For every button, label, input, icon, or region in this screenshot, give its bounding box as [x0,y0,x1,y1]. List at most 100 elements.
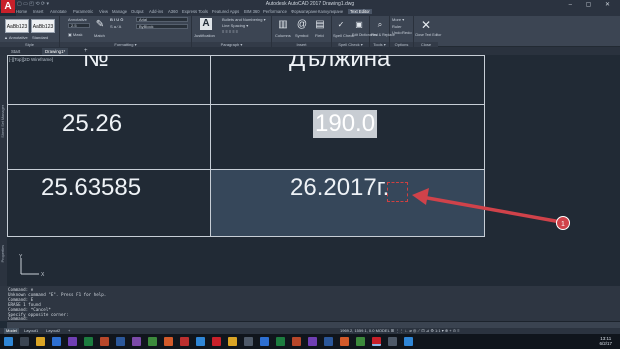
tab-manage[interactable]: Manage [112,9,127,14]
spell-check-icon[interactable]: ✓ [335,19,347,31]
tab-parametric[interactable]: Parametric [73,9,93,14]
symbol-icon[interactable]: @ [296,19,308,31]
app-icon[interactable] [212,337,221,346]
window-controls[interactable]: – ▢ ✕ [569,1,616,8]
match-label: Match [94,33,105,38]
tab-a360[interactable]: A360 [168,9,178,14]
tab-annotate[interactable]: Annotate [50,9,67,14]
side-palette: Sheet Set Manager Properties [0,55,7,286]
field-icon[interactable]: ▤ [314,19,326,31]
tab-add-ins[interactable]: Add-ins [149,9,163,14]
search-icon[interactable] [20,337,29,346]
justification-icon[interactable]: A [200,18,212,30]
style-panel: AaBb123 AaBb123 ▲ Annotative Standard St… [0,16,60,47]
color-dropdown[interactable]: ByBlock [136,24,188,29]
start-icon[interactable] [4,337,13,346]
paragraph-panel: A Justification Bullets and Numbering ▾ … [192,16,272,47]
style-standard-label: Standard [32,35,49,40]
tools-panel: ⌕ Find & Replace Tools ▾ [370,16,395,47]
app-icon[interactable] [308,337,317,346]
tab-insert[interactable]: Insert [33,9,43,14]
sheet-set-label[interactable]: Sheet Set Manager [1,105,5,138]
autocad-window: A ▢ ▭ ◰ ⟲ ⟳ ▾ Autodesk AutoCAD 2017 Draw… [0,0,620,349]
app-icon[interactable] [356,337,365,346]
excel-icon[interactable] [84,337,93,346]
powerpoint-icon[interactable] [100,337,109,346]
more-button[interactable]: More ▾ [392,17,404,22]
undo-button[interactable]: Undo [392,30,402,35]
ucs-icon: X Y [19,254,45,278]
app-icon[interactable] [324,337,333,346]
properties-label[interactable]: Properties [1,245,5,262]
match-properties-icon[interactable]: ✎ [94,19,106,31]
tab-start[interactable]: Start [8,48,23,55]
bold-italic-underline-buttons[interactable]: B I U Ō [110,17,123,22]
command-history: Command: e Unknown command "E". Press F1… [0,286,620,321]
tab-formatting-custom[interactable]: Форматиране [291,9,318,14]
tab-output[interactable]: Output [131,9,144,14]
app-icon[interactable] [164,337,173,346]
tab-view[interactable]: View [99,9,108,14]
app-icon[interactable] [180,337,189,346]
folder-icon[interactable] [36,337,45,346]
bullets-numbering-button[interactable]: Bullets and Numbering ▾ [222,17,266,22]
tab-bim-360[interactable]: BIM 360 [244,9,260,14]
alignment-buttons[interactable]: ≡ ≡ ≡ ≡ ≡ [222,29,238,34]
tab-express-tools[interactable]: Express Tools [182,9,208,14]
ucs-x-label: X [41,272,45,278]
app-icon[interactable] [260,337,269,346]
app-icon[interactable] [244,337,253,346]
new-tab-button[interactable]: + [84,48,88,54]
redo-button[interactable]: Redo [402,30,412,35]
app-icon[interactable] [196,337,205,346]
tab-featured-apps[interactable]: Featured Apps [212,9,239,14]
tab-text-editor[interactable]: Text Editor [348,9,372,14]
command-input[interactable]: ▭- TABLEDIT [7,321,620,337]
ribbon: AaBb123 AaBb123 ▲ Annotative Standard St… [0,16,620,47]
app-icon[interactable] [404,337,413,346]
arrow-shaft [421,195,562,224]
tab-drawing1[interactable]: Drawing1* [42,48,69,55]
ruler-toggle[interactable]: Ruler [392,24,402,29]
annotative-toggle[interactable]: Annotative [68,17,87,22]
app-icon[interactable] [228,337,237,346]
close-editor-icon[interactable]: ✕ [419,18,433,32]
drawing-canvas[interactable]: [-][Top][2D Wireframe] № Дължина 25.26 1… [7,55,620,286]
text-style-standard[interactable]: AaBb123 [31,19,55,33]
text-height-field[interactable]: 2.5 [68,23,90,28]
word-icon[interactable] [116,337,125,346]
browser-icon[interactable] [52,337,61,346]
app-icon[interactable] [388,337,397,346]
onenote-icon[interactable] [132,337,141,346]
find-replace-icon[interactable]: ⌕ [374,19,386,31]
autocad-taskbar-icon[interactable] [372,337,381,346]
edit-dictionaries-icon[interactable]: ▣ [353,19,365,31]
tab-home[interactable]: Home [16,9,27,14]
spell-check-panel: ✓ Spell Check ▣ Edit Dictionaries Spell … [332,16,377,47]
symbol-label: Symbol [295,33,309,38]
taskbar-clock[interactable]: 13:11 6/2/17 [599,336,612,346]
mask-toggle[interactable]: ▣ Mask [68,32,82,37]
close-editor-label: Close Text Editor [415,33,442,37]
insert-panel: ▥ Columns @ Symbol ▤ Field Insert [272,16,332,47]
tab-calculation-custom[interactable]: Калкулиране [318,9,343,14]
app-icon[interactable] [68,337,77,346]
app-icon[interactable] [340,337,349,346]
title-bar: A ▢ ▭ ◰ ⟲ ⟳ ▾ Autodesk AutoCAD 2017 Draw… [0,0,620,13]
font-dropdown[interactable]: Arial [136,17,188,22]
justification-label: Justification [194,33,215,38]
windows-taskbar: 13:11 6/2/17 [0,334,620,349]
strikethrough-buttons[interactable]: S a ⁄ A [110,24,121,29]
app-icon[interactable] [148,337,157,346]
options-panel: More ▾ Ruler Undo Redo Options [390,16,414,47]
formatting-panel: Annotative 2.5 ▣ Mask ✎ Match B I U Ō S … [60,16,192,47]
columns-icon[interactable]: ▥ [277,19,289,31]
app-icon[interactable] [276,337,285,346]
app-icon[interactable] [292,337,301,346]
close-panel: ✕ Close Text Editor Close [414,16,442,47]
callout-number: 1 [561,221,565,228]
line-spacing-button[interactable]: Line Spacing ▾ [222,23,248,28]
window-title: Autodesk AutoCAD 2017 Drawing1.dwg [265,1,355,7]
text-style-annotative[interactable]: AaBb123 [5,19,29,33]
tab-performance[interactable]: Performance [263,9,287,14]
